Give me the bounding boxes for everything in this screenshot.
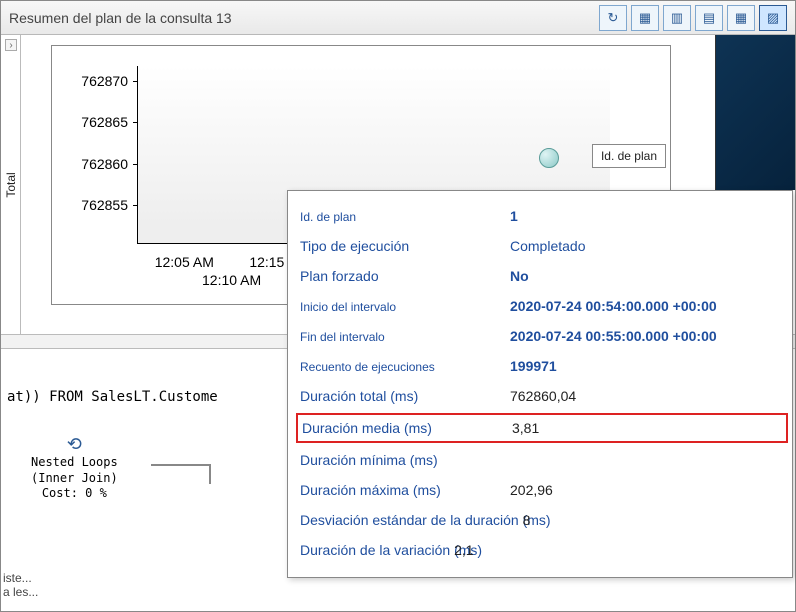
- truncated-text: iste... a les...: [3, 571, 38, 599]
- tooltip-row: Duración mínima (ms): [300, 445, 784, 475]
- x-tick: 12:10 AM: [202, 272, 261, 288]
- refresh-icon: ↻: [608, 10, 619, 26]
- tooltip-label: Plan forzado: [300, 268, 510, 284]
- tooltip-row: Id. de plan1: [300, 201, 784, 231]
- query-plan-summary-window: Resumen del plan de la consulta 13 ↻ ▦ ▥…: [0, 0, 796, 612]
- tooltip-label: Desviación estándar de la duración (ms): [300, 512, 551, 528]
- y-tick: 762860: [52, 156, 132, 172]
- tooltip-value: 2,1: [454, 542, 473, 558]
- tooltip-row: Recuento de ejecuciones199971: [300, 351, 784, 381]
- data-point[interactable]: [539, 148, 559, 168]
- refresh-button[interactable]: ↻: [599, 5, 627, 31]
- tooltip-value: 762860,04: [510, 388, 576, 404]
- tooltip-value: 2020-07-24 00:55:00.000 +00:00: [510, 328, 717, 344]
- chart-sidebar: › Total: [1, 35, 21, 334]
- chart-legend[interactable]: Id. de plan: [592, 144, 666, 168]
- window-title: Resumen del plan de la consulta 13: [9, 10, 232, 26]
- grid-button[interactable]: ▦: [727, 5, 755, 31]
- tooltip-row: Duración total (ms)762860,04: [300, 381, 784, 411]
- plan-node-name: Nested Loops: [31, 455, 118, 471]
- tooltip-row: Duración máxima (ms)202,96: [300, 475, 784, 505]
- chart-button[interactable]: ▨: [759, 5, 787, 31]
- tooltip-label: Id. de plan: [300, 210, 510, 224]
- tooltip-row: Inicio del intervalo2020-07-24 00:54:00.…: [300, 291, 784, 321]
- plan-node-cost: Cost: 0 %: [31, 486, 118, 502]
- y-tick: 762855: [52, 197, 132, 213]
- tooltip-value: 8: [523, 512, 531, 528]
- titlebar: Resumen del plan de la consulta 13 ↻ ▦ ▥…: [1, 1, 795, 35]
- background-panel: [715, 35, 795, 190]
- view-button-2[interactable]: ▥: [663, 5, 691, 31]
- toolbar: ↻ ▦ ▥ ▤ ▦ ▨: [599, 5, 787, 31]
- y-tick: 762865: [52, 114, 132, 130]
- tooltip-label: Recuento de ejecuciones: [300, 360, 510, 374]
- tooltip-label: Inicio del intervalo: [300, 300, 510, 314]
- grid-icon: ▦: [735, 10, 747, 26]
- y-axis-title: Total: [4, 172, 18, 197]
- y-axis: 762870 762865 762860 762855: [52, 66, 132, 254]
- query-text-fragment: at)) FROM SalesLT.Custome: [7, 389, 218, 405]
- tooltip-row: Plan forzadoNo: [300, 261, 784, 291]
- tooltip-row: Tipo de ejecuciónCompletado: [300, 231, 784, 261]
- view-icon-1: ▦: [639, 10, 651, 26]
- tooltip-row: Desviación estándar de la duración (ms)8: [300, 505, 784, 535]
- plan-node-nested-loops[interactable]: ⟲ Nested Loops (Inner Join) Cost: 0 %: [31, 434, 118, 502]
- tooltip-value: 199971: [510, 358, 557, 374]
- tooltip-value: 202,96: [510, 482, 553, 498]
- tooltip-row: Fin del intervalo2020-07-24 00:55:00.000…: [300, 321, 784, 351]
- tooltip-label: Duración media (ms): [302, 420, 512, 436]
- tooltip-label: Tipo de ejecución: [300, 238, 510, 254]
- tooltip-label: Duración total (ms): [300, 388, 510, 404]
- y-tick: 762870: [52, 73, 132, 89]
- view-button-1[interactable]: ▦: [631, 5, 659, 31]
- x-tick: 12:05 AM: [155, 254, 214, 270]
- tooltip-value: 2020-07-24 00:54:00.000 +00:00: [510, 298, 717, 314]
- view-icon-3: ▤: [703, 10, 715, 26]
- tooltip-row: Duración media (ms)3,81: [296, 413, 788, 443]
- chart-icon: ▨: [767, 10, 779, 26]
- tooltip-label: Duración máxima (ms): [300, 482, 510, 498]
- tooltip-value: Completado: [510, 238, 586, 254]
- tooltip-value: No: [510, 268, 529, 284]
- view-icon-2: ▥: [671, 10, 683, 26]
- plan-node-join: (Inner Join): [31, 471, 118, 487]
- tooltip-value: 3,81: [512, 420, 539, 436]
- plan-connector: [151, 464, 211, 484]
- nested-loops-icon: ⟲: [31, 434, 118, 455]
- legend-label: Id. de plan: [601, 149, 657, 163]
- plan-details-tooltip: Id. de plan1Tipo de ejecuciónCompletadoP…: [287, 190, 793, 578]
- tooltip-label: Duración mínima (ms): [300, 452, 510, 468]
- view-button-3[interactable]: ▤: [695, 5, 723, 31]
- tooltip-row: Duración de la variación (ms)2,1: [300, 535, 784, 565]
- tooltip-value: 1: [510, 208, 518, 224]
- collapse-chevron-icon[interactable]: ›: [5, 39, 17, 51]
- tooltip-label: Fin del intervalo: [300, 330, 510, 344]
